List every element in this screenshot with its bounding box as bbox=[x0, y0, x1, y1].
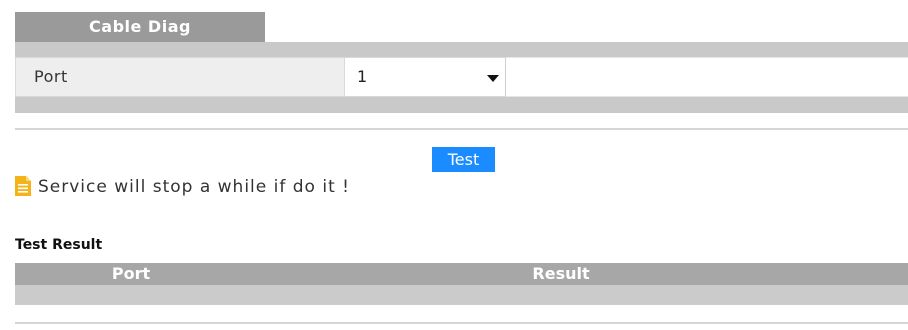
divider bbox=[15, 128, 908, 130]
column-header-port: Port bbox=[111, 264, 151, 283]
port-select-value: 1 bbox=[357, 67, 368, 86]
column-header-result: Result bbox=[532, 264, 590, 283]
chevron-down-icon bbox=[487, 75, 499, 82]
divider bbox=[15, 322, 908, 324]
port-select[interactable]: 1 bbox=[345, 57, 506, 97]
result-table-header: Port Result bbox=[15, 263, 908, 285]
port-row-filler bbox=[506, 57, 908, 97]
tab-cable-diag[interactable]: Cable Diag bbox=[15, 12, 265, 42]
result-title: Test Result bbox=[15, 237, 103, 253]
port-row: Port 1 bbox=[15, 57, 908, 97]
table-row bbox=[15, 285, 908, 305]
service-notice: Service will stop a while if do it ! bbox=[38, 177, 350, 197]
test-button[interactable]: Test bbox=[432, 147, 495, 172]
section-band-bottom bbox=[15, 97, 908, 113]
note-icon bbox=[15, 176, 31, 196]
port-label: Port bbox=[15, 57, 345, 97]
section-band-top bbox=[15, 42, 908, 57]
